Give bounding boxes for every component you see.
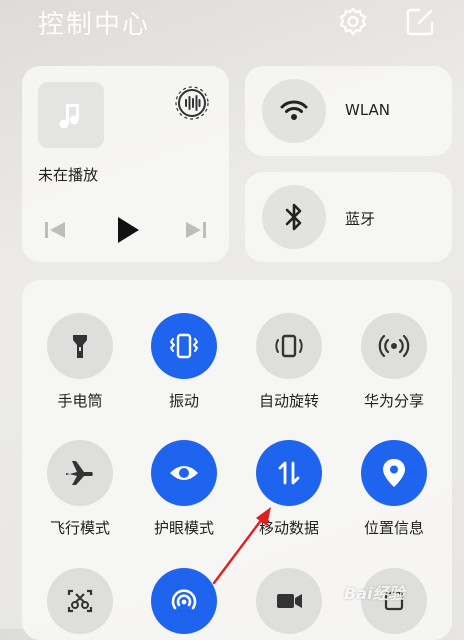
- annotation-arrow: [212, 507, 271, 585]
- watermark: Bai经验: [344, 584, 405, 603]
